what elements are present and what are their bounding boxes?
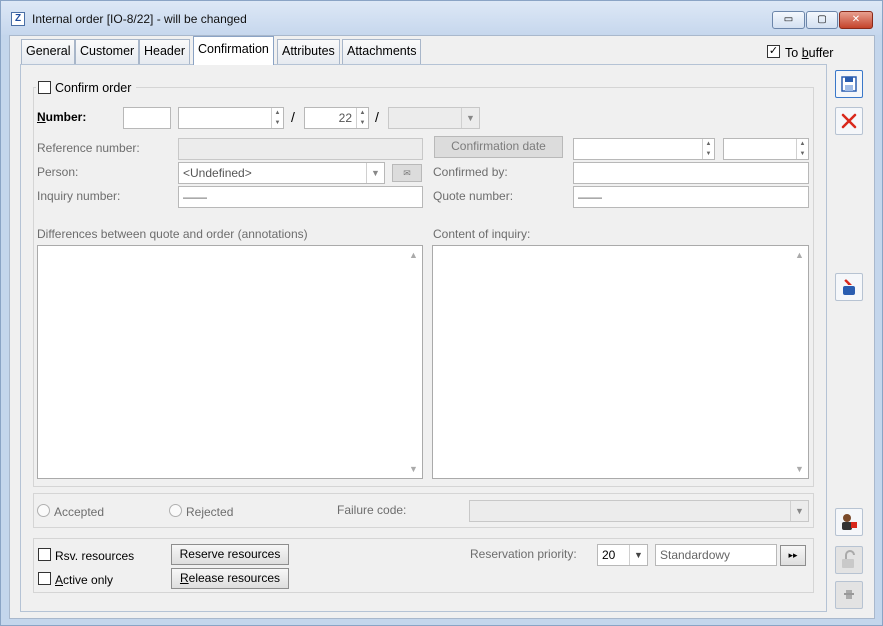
scroll-down-icon: ▼	[795, 464, 804, 474]
tab-attributes[interactable]: Attributes	[277, 39, 340, 64]
confirmation-date-field[interactable]: ▲ ▼	[573, 138, 715, 160]
to-buffer-checkbox[interactable]: ✓	[767, 45, 780, 58]
confirmed-by-label: Confirmed by:	[433, 165, 508, 179]
tab-confirmation[interactable]: Confirmation	[193, 36, 274, 65]
number-prefix-field[interactable]	[123, 107, 171, 129]
window-title: Internal order [IO-8/22] - will be chang…	[32, 12, 247, 26]
number-year-field[interactable]: 22 ▲ ▼	[304, 107, 369, 129]
title-bar: Z Internal order [IO-8/22] - will be cha…	[1, 1, 882, 35]
to-buffer-label: To buffer	[785, 46, 834, 60]
number-series-dropdown[interactable]: ▼	[388, 107, 480, 129]
minimize-button[interactable]: ▭	[772, 11, 805, 29]
number-main-spinner[interactable]: ▲ ▼	[271, 108, 283, 128]
confirm-order-label: Confirm order	[55, 81, 132, 95]
content-of-inquiry-label: Content of inquiry:	[433, 227, 531, 241]
reserve-resources-button[interactable]: Reserve resources	[171, 544, 289, 565]
rsv-resources-checkbox[interactable]	[38, 548, 51, 561]
number-slash-2: /	[375, 109, 379, 125]
rejected-label: Rejected	[186, 505, 234, 519]
app-icon: Z	[11, 12, 25, 26]
reservation-priority-dropdown[interactable]: 20 ▼	[597, 544, 648, 566]
mail-icon[interactable]: ✉	[392, 164, 422, 182]
internal-order-window: Z Internal order [IO-8/22] - will be cha…	[0, 0, 883, 626]
delete-button[interactable]	[835, 107, 863, 135]
date-spinner[interactable]: ▲ ▼	[702, 139, 714, 159]
confirmation-time-field[interactable]: ▲ ▼	[723, 138, 809, 160]
scroll-up-icon: ▲	[795, 250, 804, 260]
content-of-inquiry-textarea[interactable]: ▲ ▼	[432, 245, 809, 479]
scroll-down-icon: ▼	[409, 464, 418, 474]
next-icon[interactable]: ▸▸	[780, 545, 806, 566]
chevron-down-icon: ▼	[629, 545, 647, 565]
import-button[interactable]	[835, 273, 863, 301]
scrollbar[interactable]: ▲ ▼	[791, 246, 808, 478]
tab-general[interactable]: General	[21, 39, 76, 64]
scrollbar[interactable]: ▲ ▼	[405, 246, 422, 478]
tab-attachments[interactable]: Attachments	[342, 39, 422, 64]
differences-textarea[interactable]: ▲ ▼	[37, 245, 423, 479]
chevron-down-icon: ▼	[461, 108, 479, 128]
release-resources-button[interactable]: Release resources	[171, 568, 289, 589]
number-main-field[interactable]: ▲ ▼	[178, 107, 284, 129]
unlock-button[interactable]	[835, 546, 863, 574]
confirm-order-checkbox[interactable]	[38, 81, 51, 94]
scroll-up-icon: ▲	[409, 250, 418, 260]
users-icon	[842, 514, 857, 530]
tab-header[interactable]: Header	[139, 39, 190, 64]
close-icon	[841, 113, 857, 129]
number-label: Number:	[37, 110, 87, 124]
chevron-down-icon: ▼	[790, 501, 808, 521]
rejected-radio[interactable]	[169, 504, 182, 517]
save-icon	[841, 76, 857, 92]
import-icon	[843, 279, 855, 295]
reservation-priority-label: Reservation priority:	[470, 547, 577, 561]
reservation-priority-name-field[interactable]: Standardowy	[655, 544, 777, 566]
person-label: Person:	[37, 165, 79, 179]
person-dropdown[interactable]: <Undefined> ▼	[178, 162, 385, 184]
window-client-area: General Customer Header Confirmation Att…	[9, 35, 875, 619]
pin-button[interactable]	[835, 581, 863, 609]
accepted-label: Accepted	[54, 505, 105, 519]
unlock-icon	[842, 550, 855, 568]
inquiry-number-label: Inquiry number:	[37, 189, 121, 203]
confirmed-by-field[interactable]	[573, 162, 809, 184]
differences-label: Differences between quote and order (ann…	[37, 227, 308, 241]
failure-code-dropdown[interactable]: ▼	[469, 500, 809, 522]
chevron-down-icon: ▼	[366, 163, 384, 183]
quote-number-label: Quote number:	[433, 189, 514, 203]
confirmation-panel: Confirm order Number: ▲ ▼ / 22 ▲ ▼ / ▼ Ref…	[20, 64, 827, 612]
number-year-spinner[interactable]: ▲ ▼	[356, 108, 368, 128]
accepted-radio[interactable]	[37, 504, 50, 517]
reference-number-field[interactable]	[178, 138, 423, 160]
failure-code-label: Failure code:	[337, 503, 407, 517]
pin-icon	[844, 590, 854, 599]
users-button[interactable]	[835, 508, 863, 536]
tab-customer[interactable]: Customer	[75, 39, 140, 64]
active-only-label: Active only	[55, 573, 114, 587]
reference-number-label: Reference number:	[37, 141, 140, 155]
quote-number-field[interactable]: ——	[573, 186, 809, 208]
confirmation-date-button[interactable]: Confirmation date	[434, 136, 563, 158]
time-spinner[interactable]: ▲ ▼	[796, 139, 808, 159]
inquiry-number-field[interactable]: ——	[178, 186, 423, 208]
close-button[interactable]: ✕	[839, 11, 873, 29]
maximize-button[interactable]: ▢	[806, 11, 838, 29]
save-button[interactable]	[835, 70, 863, 98]
active-only-checkbox[interactable]	[38, 572, 51, 585]
number-slash-1: /	[291, 109, 295, 125]
rsv-resources-label: Rsv. resources	[55, 549, 135, 563]
